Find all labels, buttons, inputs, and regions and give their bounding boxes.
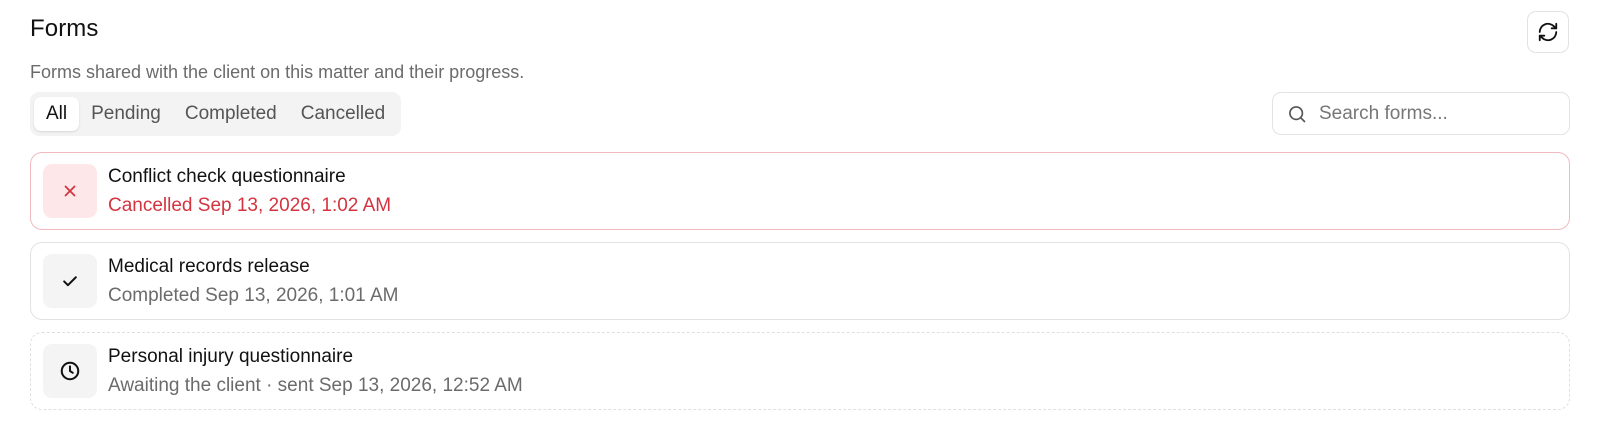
search-box[interactable] (1272, 92, 1570, 135)
status-icon-box (43, 164, 97, 218)
form-title: Medical records release (108, 255, 310, 277)
form-title: Conflict check questionnaire (108, 165, 346, 187)
form-status: Completed Sep 13, 2026, 1:01 AM (108, 284, 399, 306)
search-input[interactable] (1319, 102, 1559, 125)
forms-list: Conflict check questionnaire Cancelled S… (30, 152, 1570, 422)
refresh-icon (1538, 22, 1558, 42)
tab-all[interactable]: All (34, 97, 80, 131)
form-item-personal-injury[interactable]: Personal injury questionnaire Awaiting t… (30, 332, 1570, 410)
check-icon (63, 276, 77, 287)
form-item-conflict-check[interactable]: Conflict check questionnaire Cancelled S… (30, 152, 1570, 230)
form-status: Awaiting the client · sent Sep 13, 2026,… (108, 374, 523, 396)
page-subtitle: Forms shared with the client on this mat… (30, 62, 525, 82)
forms-header: Forms Forms shared with the client on th… (30, 14, 524, 83)
tab-completed[interactable]: Completed (173, 97, 289, 131)
status-icon-box (43, 344, 97, 398)
clock-icon (60, 361, 80, 381)
filter-tabs: All Pending Completed Cancelled (30, 92, 402, 136)
tab-cancelled[interactable]: Cancelled (289, 97, 398, 131)
form-status: Cancelled Sep 13, 2026, 1:02 AM (108, 194, 392, 216)
page-title: Forms (30, 15, 99, 42)
tab-pending[interactable]: Pending (79, 97, 173, 131)
form-title: Personal injury questionnaire (108, 345, 354, 367)
status-icon-box (43, 254, 97, 308)
close-icon (64, 185, 76, 197)
form-item-medical-records[interactable]: Medical records release Completed Sep 13… (30, 242, 1570, 320)
search-icon (1289, 105, 1306, 122)
refresh-button[interactable] (1527, 11, 1569, 53)
